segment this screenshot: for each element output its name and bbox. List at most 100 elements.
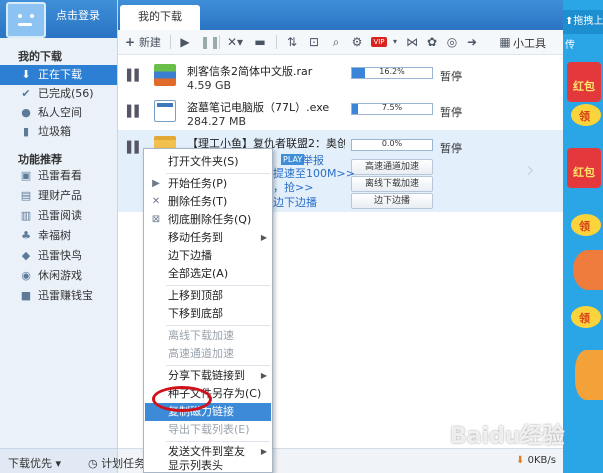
tab-bar: 我的下载 [118, 0, 563, 30]
sidebar-item-finance[interactable]: ▤ 理财产品 [0, 186, 117, 206]
claim-label: 领 [579, 110, 590, 123]
pause-icon[interactable]: ▌▌ [127, 141, 143, 154]
upload-drop-zone[interactable]: ⬆拖拽上传 [563, 10, 603, 51]
task-row[interactable]: ▌▌ 刺客信条2简体中文版.rar 4.59 GB 16.2% 暂停 [118, 58, 563, 96]
bird-icon: ◆ [21, 249, 31, 262]
sidebar-item-label: 迅雷快鸟 [38, 249, 82, 262]
download-arrow-icon: ⬇ [21, 68, 31, 81]
sidebar-item-happy-tree[interactable]: ♣ 幸福树 [0, 226, 117, 246]
claim-label: 领 [579, 312, 590, 325]
toolbar-divider [219, 35, 220, 49]
vip-dropdown-icon[interactable]: ▾ [390, 33, 400, 51]
sidebar-item-casual-games[interactable]: ◉ 休闲游戏 [0, 266, 117, 286]
menu-delete-task[interactable]: ✕ 删除任务(T) [145, 193, 271, 211]
login-link[interactable]: 点击登录 [56, 7, 100, 23]
menu-show-list-header[interactable]: 显示列表头 [145, 459, 271, 473]
new-task-button[interactable]: + 新建 [124, 33, 162, 51]
plan-task-label: 计划任务 [101, 457, 146, 470]
plan-task-button[interactable]: ◷ 计划任务 [88, 455, 145, 471]
avatar[interactable] [6, 2, 46, 38]
pause-icon[interactable]: ▌▌ [127, 105, 143, 118]
submenu-arrow-icon: ▶ [260, 233, 267, 242]
menu-label: 下移到底部 [168, 307, 223, 320]
check-icon: ✔ [21, 87, 31, 100]
red-envelope-label: 红包 [573, 166, 595, 179]
delete-dropdown-icon[interactable]: ✕▾ [224, 33, 246, 51]
task-row[interactable]: ▌▌ 盗墓笔记电脑版（77L）.exe 284.27 MB 7.5% 暂停 [118, 94, 563, 132]
delete-x-icon: ✕ [151, 196, 161, 207]
progress-text: 0.0% [381, 139, 403, 148]
claim-coin-ad[interactable]: 领 [571, 306, 601, 328]
sidebar-item-private-space[interactable]: ● 私人空间 [0, 103, 117, 123]
sidebar-item-money-box[interactable]: ■ 迅雷赚钱宝 [0, 286, 117, 306]
menu-label: 开始任务(P) [168, 177, 228, 190]
film-reel-icon[interactable]: ✿ [424, 33, 440, 51]
menu-delete-permanently[interactable]: ⊠ 彻底删除任务(Q) [145, 211, 271, 229]
play-while-download-link[interactable]: 边下边播 [273, 194, 317, 210]
grab-link[interactable]: ，抢>> [273, 179, 313, 195]
pause-icon[interactable]: ▌▌ [127, 69, 143, 82]
menu-label: 打开文件夹(S) [168, 155, 239, 168]
play-icon[interactable]: ▶ [178, 33, 192, 51]
task-status: 暂停 [440, 70, 462, 83]
sidebar-item-downloading[interactable]: ⬇ 正在下载 [0, 65, 117, 85]
sort-icon[interactable]: ⇅ [284, 33, 300, 51]
menu-share-link-to[interactable]: 分享下载链接到 ▶ [145, 367, 271, 385]
menu-play-while-download[interactable]: 边下边播 [145, 247, 271, 265]
toolbar-divider [276, 35, 277, 49]
search-box-icon[interactable]: ⊡ [306, 33, 322, 51]
menu-label: 离线下载加速 [168, 329, 234, 342]
menu-start-task[interactable]: ▶ 开始任务(P) [145, 175, 271, 193]
gear-icon[interactable]: ⚙ [349, 33, 365, 51]
sidebar-item-reading[interactable]: ▥ 迅雷阅读 [0, 206, 117, 226]
arrow-right-circle-icon[interactable]: ➜ [464, 33, 480, 51]
downloads-section-title: 我的下载 [18, 50, 62, 63]
right-ad-panel: ⬆拖拽上传 红包 领 红包 领 领 [563, 0, 603, 473]
menu-move-to-bottom[interactable]: 下移到底部 [145, 305, 271, 323]
sidebar-item-label: 正在下载 [38, 68, 82, 81]
sidebar-item-trash[interactable]: ▮ 垃圾箱 [0, 122, 117, 142]
sidebar-item-label: 垃圾箱 [38, 125, 71, 138]
tools-grid-icon[interactable]: ▦ [498, 33, 512, 51]
pause-icon[interactable]: ❚❚ [200, 33, 220, 51]
menu-export-download-list: 导出下载列表(E) [145, 421, 271, 439]
folder-icon[interactable]: ▬ [252, 33, 268, 51]
red-envelope-ad[interactable]: 红包 [567, 62, 601, 102]
high-speed-channel-button[interactable]: 高速通道加速 [351, 159, 433, 175]
gamepad-icon: ◉ [21, 269, 31, 282]
play-badge: PLAY [281, 154, 305, 165]
baidu-watermark: Baidu经验 [450, 424, 565, 449]
book-icon: ▥ [20, 209, 32, 222]
sidebar-item-label: 休闲游戏 [38, 269, 82, 282]
chevron-right-icon[interactable]: › [526, 158, 535, 183]
claim-coin-ad[interactable]: 领 [571, 104, 601, 126]
tab-my-downloads[interactable]: 我的下载 [120, 5, 200, 30]
vip-badge-icon[interactable]: VIP [371, 37, 387, 47]
menu-label: 彻底删除任务(Q) [168, 213, 252, 226]
offline-download-button[interactable]: 离线下载加速 [351, 176, 433, 192]
sidebar-item-fast-bird[interactable]: ◆ 迅雷快鸟 [0, 246, 117, 266]
progress-text: 16.2% [379, 67, 405, 76]
menu-move-to-top[interactable]: 上移到顶部 [145, 287, 271, 305]
gamepad-icon[interactable]: ◎ [444, 33, 460, 51]
menu-select-all[interactable]: 全部选定(A) [145, 265, 271, 283]
sidebar-item-completed[interactable]: ✔ 已完成(56) [0, 84, 117, 104]
tools-label[interactable]: 小工具 [513, 35, 546, 51]
sidebar-item-xunlei-kankan[interactable]: ▣ 迅雷看看 [0, 166, 117, 186]
menu-move-task-to[interactable]: 移动任务到 ▶ [145, 229, 271, 247]
claim-coin-ad[interactable]: 领 [571, 214, 601, 236]
menu-offline-accelerate: 离线下载加速 [145, 327, 271, 345]
download-speed: ⬇ 0KB/s [516, 455, 556, 466]
red-envelope-ad[interactable]: 红包 [567, 148, 601, 188]
task-status: 暂停 [440, 106, 462, 119]
thunder-download-window: 点击登录 我的下载 ⬇ 正在下载 ✔ 已完成(56) ● 私人空间 ▮ 垃圾箱 … [0, 0, 603, 473]
menu-open-folder[interactable]: 打开文件夹(S) [145, 153, 271, 171]
play-while-download-button[interactable]: 边下边播 [351, 193, 433, 209]
download-priority-dropdown[interactable]: 下载优先 ▾ [8, 455, 61, 471]
bow-tie-icon[interactable]: ⋈ [404, 33, 420, 51]
search-icon[interactable]: ⌕ [328, 33, 344, 51]
menu-separator [166, 173, 270, 174]
menu-separator [166, 365, 270, 366]
menu-separator [166, 441, 270, 442]
progress-bar: 16.2% [351, 67, 433, 79]
